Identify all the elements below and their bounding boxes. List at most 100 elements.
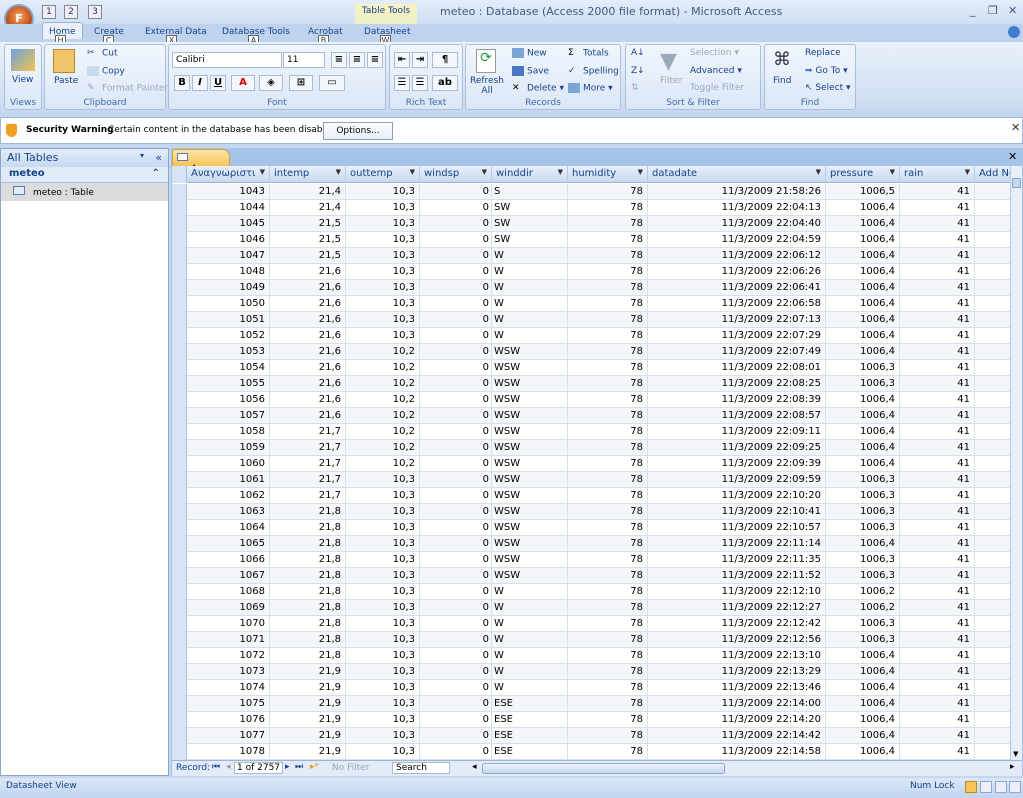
cell-pressure[interactable]: 1006,4	[826, 696, 900, 712]
table-row[interactable]: 1071 21,8 10,3 0 W 78 11/3/2009 22:12:56 1006,3…	[172, 632, 1010, 648]
row-selector[interactable]	[172, 312, 187, 328]
options-button[interactable]: Options...	[323, 122, 393, 140]
cell-outtemp[interactable]: 10,2	[346, 408, 420, 424]
cell-id[interactable]: 1052	[187, 328, 270, 344]
datasheet-view-icon[interactable]	[965, 781, 977, 793]
cell-rain[interactable]: 41	[900, 392, 975, 408]
vertical-scrollbar[interactable]: ▼	[1010, 166, 1022, 760]
cell-rain[interactable]: 41	[900, 648, 975, 664]
clear-sort-icon[interactable]: ⇅	[631, 83, 639, 93]
cell-winddir[interactable]: W	[492, 296, 568, 312]
cell-humidity[interactable]: 78	[568, 728, 648, 744]
cell-pressure[interactable]: 1006,4	[826, 200, 900, 216]
column-dropdown-icon[interactable]: ▼	[638, 168, 643, 176]
cell-windsp[interactable]: 0	[420, 312, 492, 328]
cell-humidity[interactable]: 78	[568, 184, 648, 200]
cell-pressure[interactable]: 1006,4	[826, 392, 900, 408]
numbering-icon[interactable]: ☰	[412, 75, 428, 91]
cell-id[interactable]: 1060	[187, 456, 270, 472]
column-dropdown-icon[interactable]: ▼	[336, 168, 341, 176]
row-selector[interactable]	[172, 360, 187, 376]
table-row[interactable]: 1052 21,6 10,3 0 W 78 11/3/2009 22:07:29 1006,4…	[172, 328, 1010, 344]
cell-outtemp[interactable]: 10,3	[346, 488, 420, 504]
cell-windsp[interactable]: 0	[420, 440, 492, 456]
cell-outtemp[interactable]: 10,3	[346, 632, 420, 648]
cell-datadate[interactable]: 11/3/2009 22:08:57	[648, 408, 826, 424]
cell-outtemp[interactable]: 10,3	[346, 184, 420, 200]
cell-pressure[interactable]: 1006,4	[826, 648, 900, 664]
cell-outtemp[interactable]: 10,3	[346, 472, 420, 488]
cell-datadate[interactable]: 11/3/2009 22:11:14	[648, 536, 826, 552]
row-selector[interactable]	[172, 552, 187, 568]
cell-outtemp[interactable]: 10,3	[346, 648, 420, 664]
last-record-icon[interactable]: ⏭	[295, 762, 303, 772]
cell-intemp[interactable]: 21,8	[270, 520, 346, 536]
save-quick-icon[interactable]: 1	[42, 5, 56, 19]
new-record-button[interactable]: New	[512, 48, 547, 59]
cell-rain[interactable]: 41	[900, 728, 975, 744]
row-selector[interactable]	[172, 520, 187, 536]
row-selector[interactable]	[172, 616, 187, 632]
cell-winddir[interactable]: WSW	[492, 376, 568, 392]
cell-humidity[interactable]: 78	[568, 648, 648, 664]
nav-header[interactable]: All Tables ▾ «	[1, 149, 168, 167]
cell-id[interactable]: 1069	[187, 600, 270, 616]
cell-add-new[interactable]	[975, 696, 1010, 712]
sort-ascending-icon[interactable]: A↓	[631, 48, 645, 58]
row-selector[interactable]	[172, 392, 187, 408]
cell-humidity[interactable]: 78	[568, 296, 648, 312]
column-dropdown-icon[interactable]: ▼	[410, 168, 415, 176]
row-selector[interactable]	[172, 488, 187, 504]
cell-intemp[interactable]: 21,6	[270, 280, 346, 296]
cell-humidity[interactable]: 78	[568, 632, 648, 648]
cell-pressure[interactable]: 1006,3	[826, 376, 900, 392]
cell-winddir[interactable]: W	[492, 264, 568, 280]
cell-rain[interactable]: 41	[900, 216, 975, 232]
table-row[interactable]: 1047 21,5 10,3 0 W 78 11/3/2009 22:06:12 1006,4…	[172, 248, 1010, 264]
table-row[interactable]: 1070 21,8 10,3 0 W 78 11/3/2009 22:12:42 1006,3…	[172, 616, 1010, 632]
cell-winddir[interactable]: ESE	[492, 696, 568, 712]
row-selector[interactable]	[172, 712, 187, 728]
close-button[interactable]: ✕	[1008, 4, 1017, 17]
scroll-thumb[interactable]	[1012, 178, 1021, 188]
cell-winddir[interactable]: W	[492, 280, 568, 296]
cell-pressure[interactable]: 1006,3	[826, 488, 900, 504]
cell-id[interactable]: 1070	[187, 616, 270, 632]
cell-humidity[interactable]: 78	[568, 488, 648, 504]
cell-pressure[interactable]: 1006,2	[826, 600, 900, 616]
cell-windsp[interactable]: 0	[420, 712, 492, 728]
toggle-filter-button[interactable]: Toggle Filter	[690, 83, 744, 93]
cell-rain[interactable]: 41	[900, 472, 975, 488]
cell-id[interactable]: 1074	[187, 680, 270, 696]
cell-windsp[interactable]: 0	[420, 696, 492, 712]
cell-windsp[interactable]: 0	[420, 728, 492, 744]
cell-id[interactable]: 1047	[187, 248, 270, 264]
cell-humidity[interactable]: 78	[568, 616, 648, 632]
advanced-button[interactable]: Advanced ▾	[690, 66, 742, 76]
cell-winddir[interactable]: W	[492, 648, 568, 664]
cell-humidity[interactable]: 78	[568, 664, 648, 680]
cell-pressure[interactable]: 1006,3	[826, 616, 900, 632]
table-row[interactable]: 1044 21,4 10,3 0 SW 78 11/3/2009 22:04:13 1006,…	[172, 200, 1010, 216]
cell-intemp[interactable]: 21,7	[270, 440, 346, 456]
row-selector[interactable]	[172, 680, 187, 696]
more-button[interactable]: More ▾	[568, 83, 613, 94]
row-selector[interactable]	[172, 696, 187, 712]
cell-datadate[interactable]: 11/3/2009 22:13:10	[648, 648, 826, 664]
cell-pressure[interactable]: 1006,4	[826, 536, 900, 552]
cell-add-new[interactable]	[975, 552, 1010, 568]
cell-intemp[interactable]: 21,6	[270, 296, 346, 312]
cell-winddir[interactable]: WSW	[492, 552, 568, 568]
cell-winddir[interactable]: WSW	[492, 488, 568, 504]
font-size-select[interactable]: 11	[283, 52, 325, 68]
row-selector[interactable]	[172, 584, 187, 600]
cell-humidity[interactable]: 78	[568, 408, 648, 424]
cell-add-new[interactable]	[975, 344, 1010, 360]
cell-add-new[interactable]	[975, 424, 1010, 440]
column-header-add-new[interactable]: Add New	[975, 166, 1010, 183]
row-selector[interactable]	[172, 376, 187, 392]
cell-intemp[interactable]: 21,8	[270, 584, 346, 600]
table-row[interactable]: 1050 21,6 10,3 0 W 78 11/3/2009 22:06:58 1006,4…	[172, 296, 1010, 312]
row-selector[interactable]	[172, 440, 187, 456]
cell-add-new[interactable]	[975, 536, 1010, 552]
